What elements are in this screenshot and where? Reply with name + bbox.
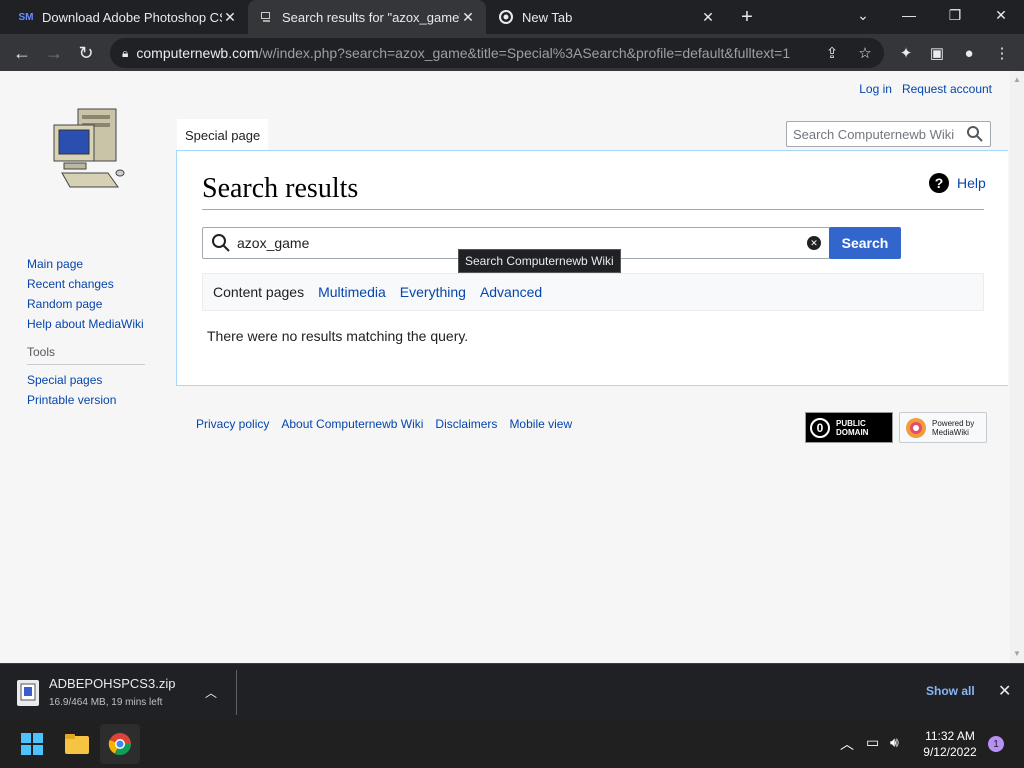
download-bar: ADBEPOHSPCS3.zip 16.9/464 MB, 19 mins le…	[0, 663, 1024, 720]
windows-start-icon[interactable]	[12, 724, 52, 764]
search-button[interactable]: Search	[829, 227, 901, 259]
clock-date: 9/12/2022	[923, 745, 977, 759]
sidebar-item-main-page[interactable]: Main page	[27, 257, 167, 271]
close-tab-icon[interactable]: ✕	[222, 9, 238, 26]
zip-file-icon[interactable]	[17, 680, 39, 706]
page-title: Search results	[202, 173, 359, 204]
show-all-button[interactable]: Show all	[926, 684, 975, 698]
scope-multimedia[interactable]: Multimedia	[318, 284, 386, 300]
scope-advanced[interactable]: Advanced	[480, 284, 542, 300]
url-text: computernewb.com/w/index.php?search=azox…	[136, 45, 791, 61]
scroll-down-icon[interactable]: ▼	[1010, 647, 1024, 661]
lock-icon: 🔒︎	[122, 45, 129, 60]
title-divider	[202, 209, 984, 210]
tab-search-dropdown-icon[interactable]: ⌄	[840, 0, 886, 30]
sidebar: Main page Recent changes Random page Hel…	[27, 257, 167, 413]
file-explorer-icon[interactable]	[57, 724, 97, 764]
login-link[interactable]: Log in	[859, 82, 892, 96]
chrome-icon	[498, 9, 514, 25]
sidebar-item-special-pages[interactable]: Special pages	[27, 373, 167, 387]
page-scrollbar[interactable]: ▲ ▼	[1010, 71, 1024, 663]
download-divider	[236, 670, 237, 715]
menu-icon[interactable]: ⋮	[989, 40, 1015, 66]
close-tab-icon[interactable]: ✕	[460, 9, 476, 26]
tab-new-tab[interactable]: New Tab ✕	[488, 0, 726, 34]
public-domain-line1: PUBLIC	[836, 418, 866, 428]
share-icon[interactable]: ⇪	[821, 42, 843, 64]
tooltip: Search Computernewb Wiki	[458, 249, 621, 273]
close-window-button[interactable]: ✕	[978, 0, 1024, 30]
tab-search-results[interactable]: Search results for "azox_game" - ✕	[248, 0, 486, 34]
tab-photoshop[interactable]: SM Download Adobe Photoshop CS3 ✕	[8, 0, 248, 34]
public-domain-icon: 0	[810, 417, 830, 438]
extensions-icon[interactable]: ✦	[893, 40, 919, 66]
search-scope-bar: Content pages Multimedia Everything Adva…	[202, 273, 984, 311]
personal-tools: Log in Request account	[859, 82, 992, 96]
scope-content-pages: Content pages	[213, 284, 305, 300]
request-account-link[interactable]: Request account	[902, 82, 992, 96]
public-domain-badge[interactable]: 0 PUBLIC DOMAIN	[805, 412, 893, 443]
mediawiki-line1: Powered by	[932, 418, 975, 428]
header-search-placeholder: Search Computernewb Wiki	[793, 126, 955, 142]
sidebar-item-random-page[interactable]: Random page	[27, 297, 167, 311]
sidebar-item-recent-changes[interactable]: Recent changes	[27, 277, 167, 291]
header-search-input[interactable]: Search Computernewb Wiki	[786, 121, 991, 147]
side-panel-icon[interactable]: ▣	[924, 40, 950, 66]
main-content: Search results ? Help azox_game ✕ Search…	[176, 150, 1008, 386]
download-filename[interactable]: ADBEPOHSPCS3.zip	[49, 676, 175, 691]
help-label: Help	[957, 175, 986, 191]
sm-favicon-icon: SM	[18, 11, 34, 23]
tools-heading: Tools	[27, 345, 145, 365]
site-logo-computer-icon[interactable]	[50, 107, 126, 193]
windows-taskbar: ︿ ▭ 🔊︎ 11:32 AM 9/12/2022 1	[0, 720, 1024, 768]
profile-icon[interactable]: ●	[956, 40, 982, 66]
bookmark-star-icon[interactable]: ☆	[854, 42, 876, 64]
footer-links: Privacy policy About Computernewb Wiki D…	[196, 417, 572, 431]
scope-everything[interactable]: Everything	[400, 284, 466, 300]
mediawiki-flower-icon	[906, 417, 926, 438]
chevron-up-icon[interactable]: ︿	[205, 684, 217, 701]
page-viewport: Log in Request account Main page Recent …	[0, 71, 1024, 663]
browser-toolbar: ← → ↻ 🔒︎ computernewb.com/w/index.php?se…	[0, 34, 1024, 71]
footer-disclaimers[interactable]: Disclaimers	[435, 417, 497, 431]
forward-button[interactable]: →	[41, 40, 67, 66]
footer-about[interactable]: About Computernewb Wiki	[281, 417, 423, 431]
notification-badge[interactable]: 1	[988, 736, 1004, 752]
no-results-message: There were no results matching the query…	[207, 328, 469, 344]
back-button[interactable]: ←	[9, 40, 35, 66]
sidebar-item-printable-version[interactable]: Printable version	[27, 393, 167, 407]
scroll-up-icon[interactable]: ▲	[1010, 73, 1024, 87]
tray-overflow-chevron-icon[interactable]: ︿	[840, 734, 854, 754]
restore-button[interactable]: ❐	[932, 0, 978, 30]
mediawiki-line2: MediaWiki	[932, 427, 969, 437]
network-icon[interactable]: ▭	[866, 734, 879, 751]
search-icon[interactable]	[966, 125, 984, 143]
system-clock[interactable]: 11:32 AM 9/12/2022	[917, 728, 983, 760]
sidebar-item-help[interactable]: Help about MediaWiki	[27, 317, 167, 331]
footer-privacy-policy[interactable]: Privacy policy	[196, 417, 269, 431]
address-bar[interactable]: 🔒︎ computernewb.com/w/index.php?search=a…	[110, 38, 884, 68]
minimize-button[interactable]: —	[886, 0, 932, 30]
wiki-favicon-icon	[258, 9, 274, 25]
chrome-taskbar-icon[interactable]	[100, 724, 140, 764]
clock-time: 11:32 AM	[925, 729, 975, 743]
tab-label: Search results for "azox_game" -	[282, 9, 460, 25]
tab-strip: SM Download Adobe Photoshop CS3 ✕ Search…	[0, 0, 1024, 34]
reload-button[interactable]: ↻	[73, 40, 99, 66]
volume-icon[interactable]: 🔊︎	[890, 734, 899, 751]
footer-mobile-view[interactable]: Mobile view	[509, 417, 572, 431]
help-icon: ?	[929, 173, 949, 193]
powered-by-mediawiki-badge[interactable]: Powered by MediaWiki	[899, 412, 987, 443]
close-tab-icon[interactable]: ✕	[700, 9, 716, 26]
tab-special-page[interactable]: Special page	[177, 119, 269, 151]
clear-search-icon[interactable]: ✕	[807, 236, 821, 250]
new-tab-button[interactable]: +	[736, 6, 758, 28]
tab-label: New Tab	[522, 9, 573, 25]
help-link[interactable]: ? Help	[929, 173, 986, 193]
search-icon	[212, 234, 230, 252]
public-domain-line2: DOMAIN	[836, 427, 869, 437]
download-status: 16.9/464 MB, 19 mins left	[49, 697, 163, 708]
close-download-bar-icon[interactable]: ✕	[998, 681, 1011, 701]
tab-label: Download Adobe Photoshop CS3	[42, 9, 222, 25]
